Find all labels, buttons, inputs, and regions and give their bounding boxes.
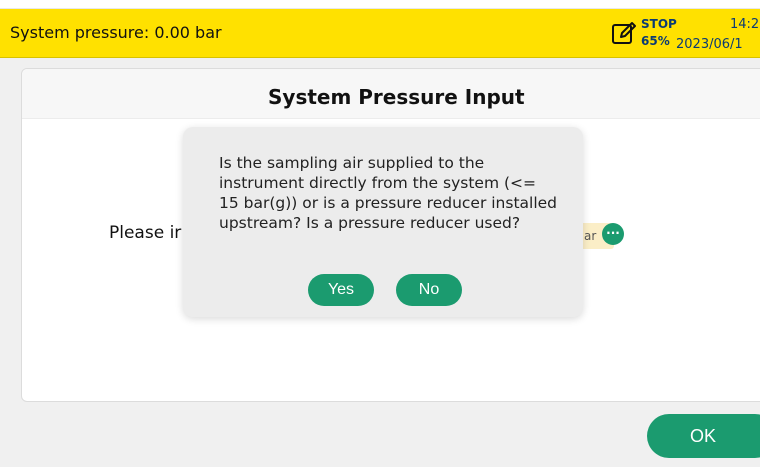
- ok-button[interactable]: OK: [647, 414, 760, 458]
- clock-time: 14:2: [730, 17, 760, 32]
- dialog-message: Is the sampling air supplied to the inst…: [219, 154, 558, 232]
- clock-date: 2023/06/1: [676, 37, 743, 52]
- status-bar: System pressure: 0.00 bar STOP 65% 14:2 …: [0, 9, 760, 58]
- no-button[interactable]: No: [396, 274, 462, 306]
- window-top-edge: [0, 0, 760, 9]
- yes-button[interactable]: Yes: [308, 274, 374, 306]
- edit-icon[interactable]: [610, 19, 638, 47]
- stop-status-label: STOP: [641, 17, 677, 31]
- pressure-reducer-dialog: Is the sampling air supplied to the inst…: [183, 127, 583, 317]
- card-header: System Pressure Input: [22, 69, 760, 119]
- prompt-text: Please ir: [109, 223, 182, 243]
- ellipsis-icon[interactable]: ···: [602, 223, 624, 245]
- page-title: System Pressure Input: [268, 85, 525, 109]
- system-pressure-text: System pressure: 0.00 bar: [10, 23, 222, 42]
- stop-status-percent: 65%: [641, 34, 670, 48]
